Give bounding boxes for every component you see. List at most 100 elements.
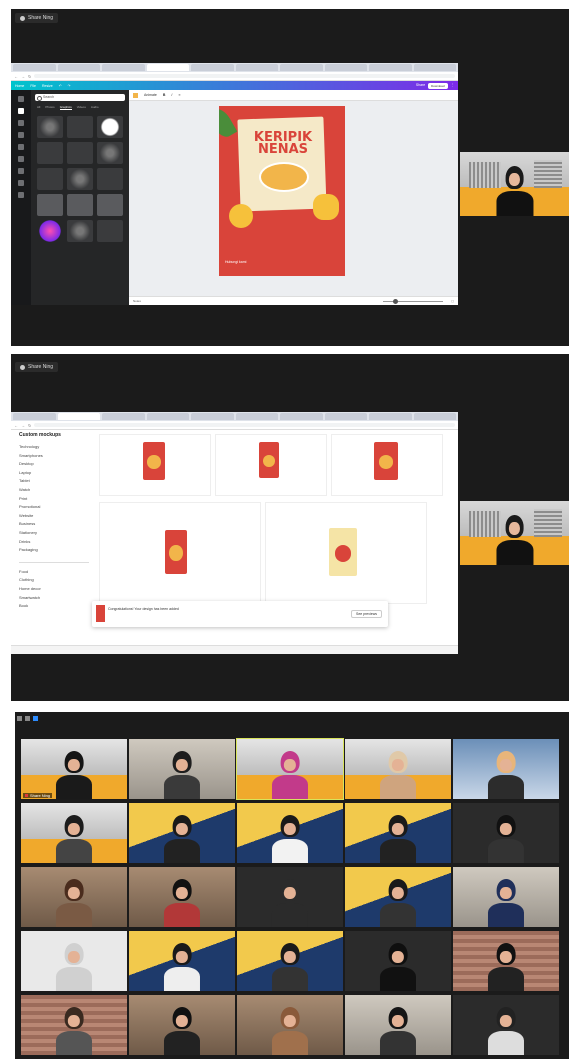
sidebar-item[interactable]: Stationery bbox=[19, 530, 89, 535]
browser-tab-active[interactable] bbox=[146, 64, 189, 71]
graphic-thumb[interactable] bbox=[37, 142, 63, 164]
browser-tab[interactable] bbox=[13, 413, 56, 420]
browser-tab[interactable] bbox=[235, 64, 278, 71]
grid-icon[interactable] bbox=[25, 715, 30, 721]
participant-tile[interactable] bbox=[129, 931, 235, 991]
subtab-graphics[interactable]: Graphics bbox=[59, 105, 72, 110]
participant-tile[interactable] bbox=[453, 739, 559, 799]
graphic-thumb[interactable] bbox=[97, 116, 123, 138]
participant-tile[interactable] bbox=[345, 995, 451, 1055]
participant-tile[interactable] bbox=[21, 867, 127, 927]
subtab-videos[interactable]: Videos bbox=[77, 105, 86, 110]
fullscreen-icon[interactable]: ▢ bbox=[451, 299, 454, 303]
pouch-mockup[interactable] bbox=[165, 530, 187, 574]
photos-icon[interactable] bbox=[18, 144, 24, 150]
subtab-all[interactable]: All bbox=[37, 105, 40, 110]
participant-tile[interactable] bbox=[345, 803, 451, 863]
sidebar-item[interactable]: Tablet bbox=[19, 478, 89, 483]
browser-tab[interactable] bbox=[102, 413, 145, 420]
participant-tile[interactable] bbox=[129, 995, 235, 1055]
browser-tab[interactable] bbox=[369, 64, 412, 71]
graphic-thumb[interactable] bbox=[67, 194, 93, 216]
see-previews-button[interactable]: See previews bbox=[350, 610, 382, 618]
toolbar-file[interactable]: File bbox=[30, 84, 36, 88]
animate-button[interactable]: Animate bbox=[144, 93, 157, 97]
browser-tab[interactable] bbox=[280, 413, 323, 420]
elements-icon[interactable] bbox=[18, 108, 24, 114]
participant-tile[interactable] bbox=[129, 867, 235, 927]
browser-tab[interactable] bbox=[146, 413, 189, 420]
browser-tab[interactable] bbox=[324, 413, 367, 420]
graphic-thumb[interactable] bbox=[37, 168, 63, 190]
participant-tile[interactable] bbox=[129, 739, 235, 799]
sidebar-item[interactable]: Laptop bbox=[19, 470, 89, 475]
color-swatch[interactable] bbox=[133, 92, 138, 98]
bold-icon[interactable]: B bbox=[163, 93, 166, 97]
participant-tile[interactable] bbox=[21, 803, 127, 863]
browser-tab[interactable] bbox=[235, 413, 278, 420]
folder-icon[interactable] bbox=[18, 168, 24, 174]
participant-tile[interactable]: Share Ning bbox=[21, 739, 127, 799]
forward-icon[interactable]: → bbox=[21, 74, 25, 79]
text-icon[interactable] bbox=[18, 132, 24, 138]
gallery-view-icon[interactable] bbox=[33, 715, 38, 721]
browser-tab[interactable] bbox=[191, 64, 234, 71]
graphic-thumb[interactable] bbox=[37, 116, 63, 138]
participant-tile[interactable] bbox=[453, 995, 559, 1055]
elements-search-input[interactable]: Search bbox=[35, 94, 125, 101]
graphic-thumb[interactable] bbox=[67, 142, 93, 164]
graphic-thumb[interactable] bbox=[37, 194, 63, 216]
toolbar-resize[interactable]: Resize bbox=[42, 84, 53, 88]
presenter-chip[interactable]: Share Ning bbox=[15, 13, 59, 23]
sidebar-item[interactable]: Food bbox=[19, 569, 89, 574]
participant-tile[interactable] bbox=[237, 803, 343, 863]
draw-icon[interactable] bbox=[18, 180, 24, 186]
graphic-thumb[interactable] bbox=[37, 220, 63, 242]
back-icon[interactable]: ← bbox=[14, 423, 18, 428]
italic-icon[interactable]: I bbox=[171, 93, 172, 97]
graphic-thumb[interactable] bbox=[97, 220, 123, 242]
pouch-mockup[interactable] bbox=[329, 528, 357, 576]
pouch-mockup[interactable] bbox=[259, 442, 279, 478]
sidebar-item[interactable]: Smartphones bbox=[19, 453, 89, 458]
sidebar-item[interactable]: Desktop bbox=[19, 461, 89, 466]
share-button[interactable]: Share bbox=[416, 83, 425, 89]
redo-icon[interactable]: ↷ bbox=[68, 84, 71, 88]
participant-tile[interactable] bbox=[345, 867, 451, 927]
templates-icon[interactable] bbox=[18, 96, 24, 102]
uploads-icon[interactable] bbox=[18, 120, 24, 126]
subtab-audio[interactable]: Audio bbox=[91, 105, 99, 110]
participant-tile[interactable] bbox=[237, 995, 343, 1055]
sidebar-item[interactable]: Book bbox=[19, 603, 89, 608]
graphic-thumb[interactable] bbox=[67, 116, 93, 138]
browser-tab[interactable] bbox=[280, 64, 323, 71]
participant-tile[interactable] bbox=[345, 739, 451, 799]
url-input[interactable] bbox=[34, 74, 455, 78]
browser-tab[interactable] bbox=[413, 64, 456, 71]
subtab-photos[interactable]: Photos bbox=[45, 105, 54, 110]
sidebar-item[interactable]: Promotional bbox=[19, 504, 89, 509]
graphic-thumb[interactable] bbox=[97, 194, 123, 216]
participant-tile[interactable] bbox=[237, 931, 343, 991]
participant-tile[interactable] bbox=[129, 803, 235, 863]
toolbar-home[interactable]: Home bbox=[15, 84, 24, 88]
more-icon[interactable]: ⋮ bbox=[451, 83, 455, 89]
browser-tab[interactable] bbox=[369, 413, 412, 420]
sidebar-item[interactable]: Smartwatch bbox=[19, 595, 89, 600]
sidebar-item[interactable]: Business bbox=[19, 521, 89, 526]
participant-tile[interactable] bbox=[21, 995, 127, 1055]
pouch-mockup[interactable] bbox=[143, 442, 165, 480]
participant-tile[interactable] bbox=[453, 803, 559, 863]
participant-tile[interactable] bbox=[21, 931, 127, 991]
browser-tab[interactable] bbox=[102, 64, 145, 71]
pouch-mockup[interactable] bbox=[374, 442, 398, 480]
sidebar-item[interactable]: Home decor bbox=[19, 586, 89, 591]
apps-icon[interactable] bbox=[18, 192, 24, 198]
download-button[interactable]: Download bbox=[428, 83, 448, 89]
graphic-thumb[interactable] bbox=[97, 168, 123, 190]
browser-tab-active[interactable] bbox=[57, 413, 100, 420]
presenter-chip[interactable]: Share Ning bbox=[15, 362, 59, 372]
browser-tab[interactable] bbox=[57, 64, 100, 71]
sidebar-item[interactable]: Technology bbox=[19, 444, 89, 449]
view-icon[interactable] bbox=[17, 715, 22, 721]
